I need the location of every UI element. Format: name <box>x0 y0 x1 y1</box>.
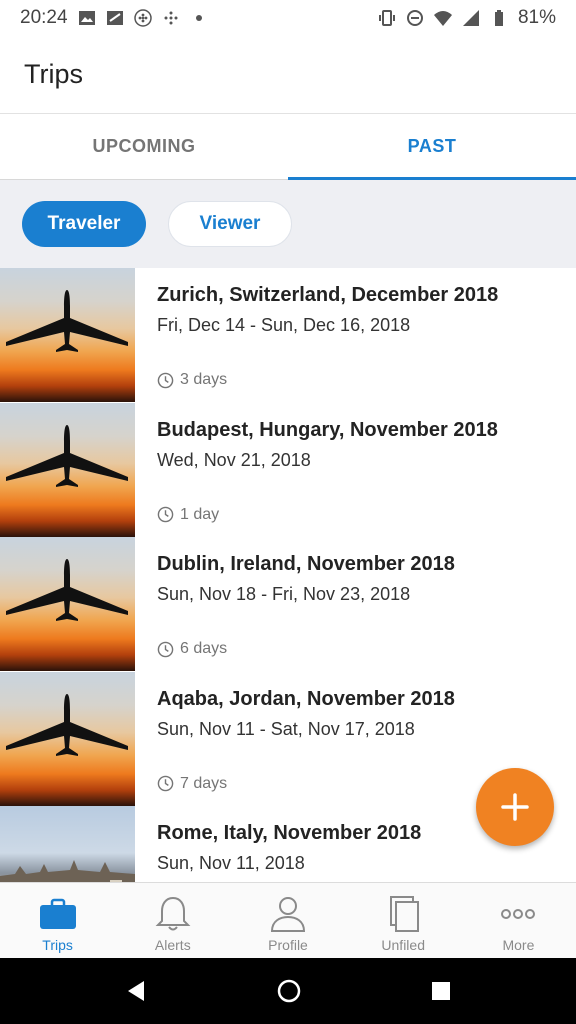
nav-more[interactable]: More <box>461 883 576 958</box>
trip-item[interactable]: Dublin, Ireland, November 2018 Sun, Nov … <box>0 537 576 672</box>
back-icon[interactable] <box>124 979 148 1003</box>
bottom-navigation: Trips Alerts Profile Unfiled More <box>0 882 576 958</box>
trip-duration-text: 3 days <box>180 371 228 388</box>
wifi-icon <box>433 11 452 26</box>
clock-icon <box>157 506 174 523</box>
tab-past[interactable]: PAST <box>288 114 576 180</box>
nav-label: Trips <box>42 937 73 953</box>
viewer-filter-button[interactable]: Viewer <box>168 201 292 247</box>
app-bar: Trips <box>0 36 576 114</box>
tab-upcoming[interactable]: UPCOMING <box>0 114 288 179</box>
trip-title: Zurich, Switzerland, December 2018 <box>157 284 499 306</box>
add-trip-button[interactable] <box>476 768 554 846</box>
trip-title: Aqaba, Jordan, November 2018 <box>157 687 455 710</box>
trip-thumbnail <box>0 806 135 882</box>
traveler-filter-button[interactable]: Traveler <box>22 201 146 247</box>
page-title: Trips <box>24 59 83 89</box>
briefcase-icon <box>39 898 76 929</box>
city-skyline-icon <box>0 860 135 882</box>
nav-label: Profile <box>268 937 308 953</box>
dnd-icon <box>406 10 423 26</box>
person-icon <box>270 897 306 932</box>
nav-unfiled[interactable]: Unfiled <box>346 883 461 958</box>
trip-duration-text: 1 day <box>180 505 220 523</box>
trip-duration: 1 day <box>157 506 219 524</box>
dot-icon <box>195 15 202 21</box>
trip-dates: Wed, Nov 21, 2018 <box>157 449 311 470</box>
vibrate-icon <box>378 10 395 26</box>
trip-duration-text: 7 days <box>180 774 228 792</box>
clock-icon <box>157 641 174 657</box>
role-filter: Traveler Viewer <box>0 180 576 268</box>
home-icon[interactable] <box>276 978 302 1004</box>
trip-duration-text: 6 days <box>180 640 228 657</box>
airplane-icon <box>6 424 128 487</box>
trip-dates: Fri, Dec 14 - Sun, Dec 16, 2018 <box>157 315 411 335</box>
signal-icon <box>462 10 479 26</box>
trip-thumbnail <box>0 671 135 806</box>
status-time: 20:24 <box>20 7 68 28</box>
airplane-icon <box>6 290 128 352</box>
nav-label: Alerts <box>154 937 191 953</box>
nav-label: More <box>502 937 535 953</box>
image-icon <box>78 11 95 25</box>
nav-profile[interactable]: Profile <box>230 883 345 958</box>
trip-thumbnail <box>0 537 135 671</box>
plus-icon <box>501 793 529 821</box>
trip-item[interactable]: Zurich, Switzerland, December 2018 Fri, … <box>0 268 576 403</box>
clock-icon <box>157 372 174 388</box>
trip-duration: 7 days <box>157 775 227 793</box>
nav-alerts[interactable]: Alerts <box>115 883 230 958</box>
trip-thumbnail <box>0 402 135 537</box>
trip-tabs: UPCOMING PAST <box>0 114 576 180</box>
bell-icon <box>155 896 191 931</box>
trip-duration: 6 days <box>157 640 227 658</box>
trip-dates: Sun, Nov 11 - Sat, Nov 17, 2018 <box>157 718 415 739</box>
trip-title: Dublin, Ireland, November 2018 <box>157 553 455 575</box>
status-bar: 20:24 81% <box>0 0 576 36</box>
airplane-icon <box>6 693 128 756</box>
news-icon <box>106 11 123 25</box>
documents-icon <box>390 896 420 932</box>
trip-duration: 3 days <box>157 371 227 389</box>
system-navigation-bar <box>0 958 576 1024</box>
fitbit-dots-icon <box>164 11 178 25</box>
battery-icon <box>494 10 503 26</box>
nav-label: Unfiled <box>381 937 425 953</box>
battery-percent: 81% <box>517 7 556 28</box>
airplane-icon <box>6 559 128 621</box>
trip-item[interactable]: Budapest, Hungary, November 2018 Wed, No… <box>0 402 576 538</box>
trip-dates: Sun, Nov 11, 2018 <box>157 853 305 873</box>
trip-thumbnail <box>0 268 135 402</box>
more-icon <box>501 909 536 919</box>
nav-trips[interactable]: Trips <box>0 883 115 958</box>
clock-icon <box>157 775 174 792</box>
recents-icon[interactable] <box>430 980 452 1002</box>
fitbit-icon <box>133 9 152 27</box>
trip-title: Budapest, Hungary, November 2018 <box>157 418 498 441</box>
trip-dates: Sun, Nov 18 - Fri, Nov 23, 2018 <box>157 584 411 604</box>
